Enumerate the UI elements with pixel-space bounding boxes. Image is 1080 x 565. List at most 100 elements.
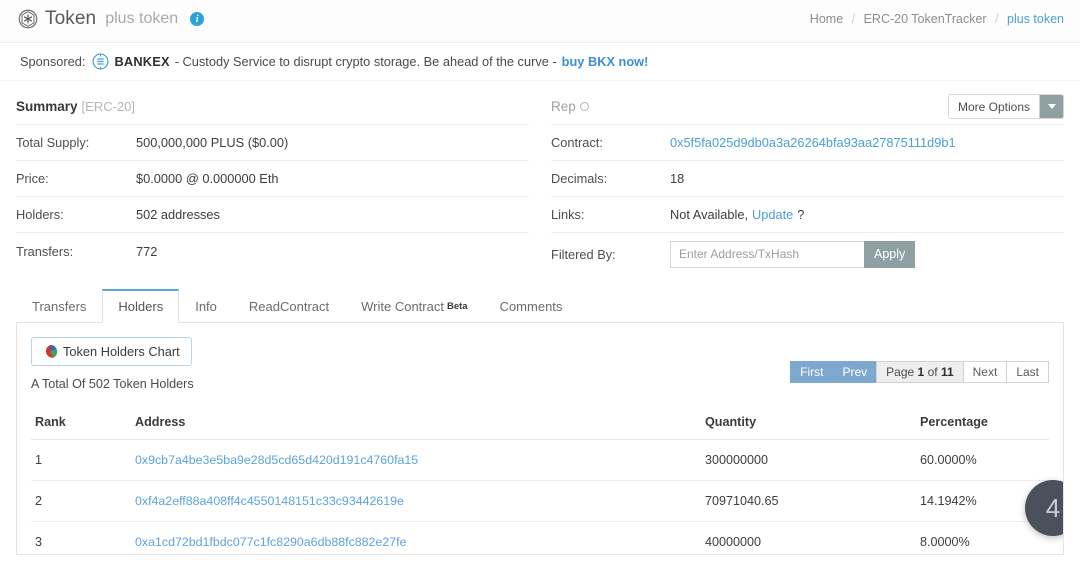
apply-button[interactable]: Apply xyxy=(864,241,915,268)
tab-write-contract-label: Write Contract xyxy=(361,299,444,314)
sponsored-banner: Sponsored: BANKEX - Custody Service to d… xyxy=(0,43,1080,81)
holders-value: 502 addresses xyxy=(136,207,220,222)
tab-holders-label: Holders xyxy=(118,299,163,314)
column-header-percentage: Percentage xyxy=(916,409,1049,440)
summary-section: Summary [ERC-20] Total Supply: 500,000,0… xyxy=(0,89,1080,275)
details-panel: Rep More Options Contract: 0x5f5fa025d9d… xyxy=(551,89,1064,275)
links-label: Links: xyxy=(551,207,670,222)
pagination-page-indicator: Page 1 of 11 xyxy=(876,361,963,383)
pagination-page-prefix: Page xyxy=(886,365,914,379)
pagination-total-pages: 11 xyxy=(941,365,954,379)
breadcrumb-separator-1: / xyxy=(852,12,855,26)
details-header: Rep More Options xyxy=(551,89,1064,125)
more-options-button[interactable]: More Options xyxy=(948,94,1064,119)
info-icon[interactable]: i xyxy=(190,12,204,26)
breadcrumb: Home / ERC-20 TokenTracker / plus token xyxy=(810,12,1064,26)
table-row: 3 0xa1cd72bd1fbdc077c1fc8290a6db88fc882e… xyxy=(31,522,1049,556)
summary-row-transfers: Transfers: 772 xyxy=(16,233,529,269)
transfers-label: Transfers: xyxy=(16,244,136,259)
holder-address-link[interactable]: 0xa1cd72bd1fbdc077c1fc8290a6db88fc882e27… xyxy=(135,535,406,549)
row-quantity: 300000000 xyxy=(701,440,916,481)
tab-transfers-label: Transfers xyxy=(32,299,86,314)
token-holders-chart-button[interactable]: Token Holders Chart xyxy=(31,337,192,366)
tabs-section: Transfers Holders Info ReadContract Writ… xyxy=(0,289,1080,323)
price-label: Price: xyxy=(16,171,136,186)
details-row-contract: Contract: 0x5f5fa025d9db0a3a26264bfa93aa… xyxy=(551,125,1064,161)
holder-address-link[interactable]: 0xf4a2eff88a408ff4c4550148151c33c9344261… xyxy=(135,494,404,508)
bankex-icon xyxy=(85,53,114,70)
column-header-quantity: Quantity xyxy=(701,409,916,440)
row-percentage: 8.0000% xyxy=(916,522,1049,556)
holders-table: Rank Address Quantity Percentage 1 0x9cb… xyxy=(31,409,1049,555)
table-header-row: Rank Address Quantity Percentage xyxy=(31,409,1049,440)
token-holders-chart-label: Token Holders Chart xyxy=(63,344,180,359)
details-row-filter: Filtered By: Apply xyxy=(551,233,1064,275)
chevron-down-icon[interactable] xyxy=(1039,95,1063,118)
price-value: $0.0000 @ 0.000000 Eth xyxy=(136,171,279,186)
row-rank: 2 xyxy=(31,481,131,522)
pagination: First Prev Page 1 of 11 Next Last xyxy=(791,361,1049,383)
pie-chart-icon xyxy=(43,344,58,359)
breadcrumb-tokentracker[interactable]: ERC-20 TokenTracker xyxy=(864,12,987,26)
holders-panel: Token Holders Chart A Total Of 502 Token… xyxy=(16,323,1064,555)
row-rank: 1 xyxy=(31,440,131,481)
rep-label: Rep xyxy=(551,99,576,114)
sponsored-cta-link[interactable]: buy BKX now! xyxy=(562,54,649,69)
tab-info-label: Info xyxy=(195,299,217,314)
row-address: 0xa1cd72bd1fbdc077c1fc8290a6db88fc882e27… xyxy=(131,522,701,556)
tab-readcontract-label: ReadContract xyxy=(249,299,329,314)
tab-comments[interactable]: Comments xyxy=(484,289,579,322)
tab-holders[interactable]: Holders xyxy=(102,289,179,323)
pagination-prev-button[interactable]: Prev xyxy=(832,361,877,383)
transfers-value: 772 xyxy=(136,244,157,259)
contract-label: Contract: xyxy=(551,135,670,150)
pagination-next-button[interactable]: Next xyxy=(963,361,1008,383)
summary-row-price: Price: $0.0000 @ 0.000000 Eth xyxy=(16,161,529,197)
table-row: 2 0xf4a2eff88a408ff4c4550148151c33c93442… xyxy=(31,481,1049,522)
tab-write-contract[interactable]: Write Contract Beta xyxy=(345,289,483,322)
links-value: Not Available, xyxy=(670,207,748,222)
breadcrumb-separator-2: / xyxy=(995,12,998,26)
links-help-marker: ? xyxy=(797,207,804,222)
pagination-page-mid: of xyxy=(928,365,938,379)
pagination-first-button[interactable]: First xyxy=(790,361,833,383)
brand-subtitle: plus token xyxy=(105,10,178,28)
holder-address-link[interactable]: 0x9cb7a4be3e5ba9e28d5cd65d420d191c4760fa… xyxy=(135,453,418,467)
sponsor-name: BANKEX xyxy=(114,54,169,69)
breadcrumb-home[interactable]: Home xyxy=(810,12,843,26)
table-row: 1 0x9cb7a4be3e5ba9e28d5cd65d420d191c4760… xyxy=(31,440,1049,481)
decimals-value: 18 xyxy=(670,171,684,186)
details-row-links: Links: Not Available, Update ? xyxy=(551,197,1064,233)
pagination-current-page: 1 xyxy=(918,365,925,379)
summary-title: Summary xyxy=(16,99,78,114)
filter-input[interactable] xyxy=(670,241,864,268)
column-header-address: Address xyxy=(131,409,701,440)
summary-panel: Summary [ERC-20] Total Supply: 500,000,0… xyxy=(16,89,529,275)
contract-address-link[interactable]: 0x5f5fa025d9db0a3a26264bfa93aa27875111d9… xyxy=(670,135,956,150)
sponsored-label: Sponsored: xyxy=(20,54,85,69)
decimals-label: Decimals: xyxy=(551,171,670,186)
holders-label: Holders: xyxy=(16,207,136,222)
tab-info[interactable]: Info xyxy=(179,289,233,322)
sponsored-text: - Custody Service to disrupt crypto stor… xyxy=(175,54,557,69)
tab-comments-label: Comments xyxy=(500,299,563,314)
total-supply-value: 500,000,000 PLUS ($0.00) xyxy=(136,135,288,150)
column-header-rank: Rank xyxy=(31,409,131,440)
tab-transfers[interactable]: Transfers xyxy=(16,289,102,322)
links-update-link[interactable]: Update xyxy=(752,207,793,222)
tab-readcontract[interactable]: ReadContract xyxy=(233,289,345,322)
tab-write-contract-beta-badge: Beta xyxy=(447,301,468,312)
tab-list: Transfers Holders Info ReadContract Writ… xyxy=(16,289,1064,323)
summary-row-holders: Holders: 502 addresses xyxy=(16,197,529,233)
row-rank: 3 xyxy=(31,522,131,556)
token-logo-icon xyxy=(18,9,38,29)
pagination-last-button[interactable]: Last xyxy=(1006,361,1049,383)
filtered-by-label: Filtered By: xyxy=(551,247,670,262)
rep-circle-icon xyxy=(580,102,589,111)
brand[interactable]: Token plus token i xyxy=(18,8,204,30)
details-row-decimals: Decimals: 18 xyxy=(551,161,1064,197)
summary-header: Summary [ERC-20] xyxy=(16,89,529,125)
brand-title: Token xyxy=(45,8,96,30)
more-options-label: More Options xyxy=(949,95,1039,118)
row-address: 0x9cb7a4be3e5ba9e28d5cd65d420d191c4760fa… xyxy=(131,440,701,481)
